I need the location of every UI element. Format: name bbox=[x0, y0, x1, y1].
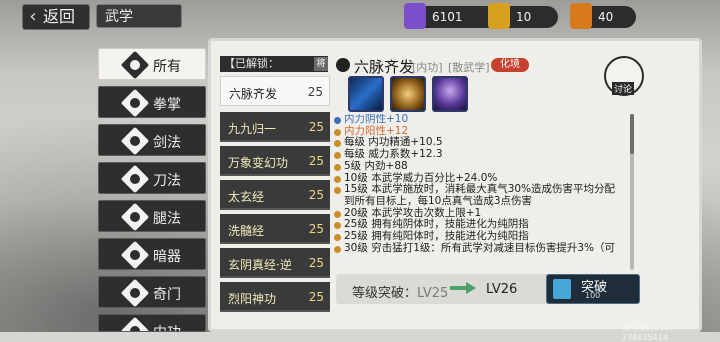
skill-level: 25 bbox=[308, 154, 324, 168]
sidebar-item-label: 所有 bbox=[153, 59, 181, 75]
back-button[interactable]: ‹ 返回 bbox=[22, 4, 90, 30]
yin-yang-icon bbox=[336, 58, 350, 72]
breakthrough-button[interactable]: 突破 100 bbox=[546, 274, 640, 304]
watermark: 编马横刀112: 274635414 bbox=[622, 323, 672, 342]
chevron-left-icon: ‹ bbox=[29, 6, 37, 27]
currency-scroll[interactable]: 10 bbox=[488, 3, 558, 29]
bullet-icon bbox=[334, 245, 341, 253]
sidebar-item-exotic[interactable]: 奇门 bbox=[98, 276, 206, 308]
skill-level: 25 bbox=[308, 188, 324, 202]
dart-icon bbox=[120, 240, 150, 270]
discuss-label[interactable]: 讨论 bbox=[612, 82, 635, 95]
skill-row[interactable]: 万象变幻功 25 bbox=[220, 146, 330, 176]
skill-row[interactable]: 太玄经 25 bbox=[220, 180, 330, 210]
sidebar-item-all[interactable]: 所有 bbox=[98, 48, 206, 80]
breakthrough-cost: 100 bbox=[585, 291, 601, 300]
orange-book-icon bbox=[570, 3, 592, 29]
sidebar-item-label: 内功 bbox=[153, 322, 181, 331]
effects-list: 内力阴性+10 内力阳性+12 每级 内功精通+10.5 每级 威力系数+12.… bbox=[334, 114, 630, 272]
all-icon bbox=[120, 50, 150, 80]
skill-category-tag: [散武学] bbox=[448, 61, 490, 74]
internal-icon bbox=[120, 316, 150, 331]
skill-level: 25 bbox=[308, 120, 324, 134]
currency-crystal[interactable]: 6101 bbox=[404, 3, 498, 29]
currency-book-value: 40 bbox=[598, 10, 614, 24]
sidebar-item-sword[interactable]: 剑法 bbox=[98, 124, 206, 156]
skill-title: 六脉齐发 bbox=[354, 58, 415, 76]
skill-status-badge: 化境 bbox=[491, 58, 529, 72]
skill-name: 洗髓经 bbox=[228, 224, 265, 238]
leg-icon bbox=[120, 202, 150, 232]
skill-type-tag: [内功] bbox=[412, 61, 443, 74]
bullet-icon bbox=[334, 128, 341, 136]
sidebar-item-label: 暗器 bbox=[153, 249, 181, 265]
skill-row[interactable]: 九九归一 25 bbox=[220, 112, 330, 142]
sort-button[interactable]: 将 bbox=[314, 57, 328, 71]
currency-book[interactable]: 40 bbox=[570, 3, 636, 29]
breakthrough-label: 等级突破：LV25 bbox=[352, 286, 449, 301]
arrow-right-icon bbox=[450, 282, 476, 294]
skill-name: 玄阴真经·逆 bbox=[228, 258, 292, 272]
bullet-icon bbox=[334, 222, 341, 230]
bullet-icon bbox=[334, 140, 341, 148]
skill-level: 25 bbox=[308, 256, 324, 270]
sidebar-item-label: 刀法 bbox=[153, 173, 181, 189]
current-level: LV25 bbox=[417, 286, 449, 301]
bullet-icon bbox=[334, 187, 341, 195]
bullet-icon bbox=[334, 234, 341, 242]
sidebar-item-label: 腿法 bbox=[153, 211, 181, 227]
sidebar-item-label: 剑法 bbox=[153, 135, 181, 151]
sidebar-item-internal[interactable]: 内功 bbox=[98, 314, 206, 332]
skill-row[interactable]: 烈阳神功 25 bbox=[220, 282, 330, 312]
top-bar: ‹ 返回 武学 6101 10 40 bbox=[0, 0, 720, 32]
category-sidebar: 所有 拳掌 剑法 刀法 腿法 暗器 奇门 内功 bbox=[98, 48, 208, 332]
skill-row[interactable]: 六脉齐发 25 bbox=[220, 76, 330, 106]
skill-name: 六脉齐发 bbox=[229, 87, 278, 101]
exotic-icon bbox=[120, 278, 150, 308]
fist-icon bbox=[120, 88, 150, 118]
bullet-icon bbox=[334, 163, 341, 171]
breakthrough-item-icon bbox=[553, 279, 571, 299]
page-title: 武学 bbox=[96, 4, 182, 28]
bullet-icon bbox=[334, 210, 341, 218]
skill-level: 25 bbox=[308, 290, 324, 304]
currency-scroll-value: 10 bbox=[516, 10, 532, 24]
effect-line: 30级 穷击猛打1级：所有武学对减速目标伤害提升3%（可 bbox=[334, 242, 630, 255]
skill-name: 太玄经 bbox=[228, 190, 265, 204]
sidebar-item-leg[interactable]: 腿法 bbox=[98, 200, 206, 232]
back-label: 返回 bbox=[43, 7, 76, 26]
sword-icon bbox=[120, 126, 150, 156]
skill-golden-aura-icon[interactable] bbox=[390, 76, 426, 112]
blade-icon bbox=[120, 164, 150, 194]
skill-level: 25 bbox=[307, 85, 323, 99]
currency-crystal-value: 6101 bbox=[432, 10, 463, 24]
sidebar-item-fist[interactable]: 拳掌 bbox=[98, 86, 206, 118]
skill-name: 烈阳神功 bbox=[228, 292, 277, 306]
sidebar-item-hidden-weapon[interactable]: 暗器 bbox=[98, 238, 206, 270]
bullet-icon bbox=[334, 152, 341, 160]
effects-scroll-thumb[interactable] bbox=[630, 114, 634, 154]
skill-blue-wave-icon[interactable] bbox=[348, 76, 384, 112]
bullet-icon bbox=[334, 175, 341, 183]
sidebar-item-label: 奇门 bbox=[153, 287, 181, 303]
sidebar-item-label: 拳掌 bbox=[153, 97, 181, 113]
gold-scroll-icon bbox=[488, 3, 510, 29]
bullet-icon bbox=[334, 117, 341, 124]
skill-row[interactable]: 玄阴真经·逆 25 bbox=[220, 248, 330, 278]
next-level: LV26 bbox=[486, 282, 518, 297]
skill-name: 万象变幻功 bbox=[228, 156, 289, 170]
skill-row[interactable]: 洗髓经 25 bbox=[220, 214, 330, 244]
skill-name: 九九归一 bbox=[228, 122, 277, 136]
sidebar-item-blade[interactable]: 刀法 bbox=[98, 162, 206, 194]
skill-level: 25 bbox=[308, 222, 324, 236]
skill-purple-figure-icon[interactable] bbox=[432, 76, 468, 112]
unlock-count: 【已解锁：374/453】 bbox=[220, 56, 328, 86]
purple-crystal-icon bbox=[404, 3, 426, 29]
